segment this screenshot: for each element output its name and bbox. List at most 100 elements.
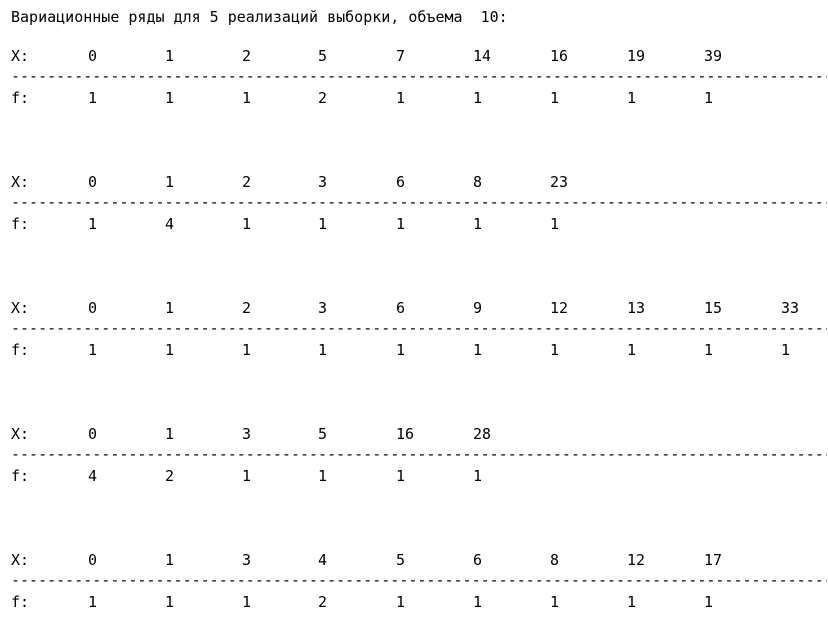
dashed-divider: ----------------------------------------… <box>11 319 827 337</box>
frequency-cell: 1 <box>396 341 406 359</box>
dashed-divider: ----------------------------------------… <box>11 445 827 463</box>
x-value-cell: 5 <box>396 551 406 569</box>
frequency-row: f: 4 2 1 1 1 1 <box>0 466 828 486</box>
frequency-row: f: 1 1 1 1 1 1 1 1 1 1 <box>0 340 828 360</box>
x-value-cell: 16 <box>550 47 569 65</box>
frequency-cell: 1 <box>781 341 791 359</box>
frequency-cell: 1 <box>318 215 328 233</box>
frequency-cell: 1 <box>165 593 175 611</box>
frequency-cell: 1 <box>396 467 406 485</box>
frequency-cell: 1 <box>550 593 560 611</box>
frequency-cell: 1 <box>550 215 560 233</box>
f-row-label: f: <box>11 341 30 359</box>
x-value-cell: 0 <box>88 173 98 191</box>
x-value-cell: 2 <box>242 299 252 317</box>
frequency-cell: 1 <box>88 341 98 359</box>
frequency-cell: 1 <box>627 89 637 107</box>
frequency-cell: 1 <box>396 593 406 611</box>
x-value-cell: 3 <box>242 425 252 443</box>
x-value-cell: 12 <box>550 299 569 317</box>
x-value-cell: 23 <box>550 173 569 191</box>
frequency-cell: 1 <box>88 593 98 611</box>
x-value-cell: 14 <box>473 47 492 65</box>
x-value-cell: 15 <box>704 299 723 317</box>
frequency-cell: 2 <box>318 593 328 611</box>
values-row: X: 0 1 2 5 7 14 16 19 39 <box>0 46 828 66</box>
x-value-cell: 4 <box>318 551 328 569</box>
frequency-row: f: 1 1 1 2 1 1 1 1 1 <box>0 88 828 108</box>
x-value-cell: 1 <box>165 47 175 65</box>
frequency-cell: 1 <box>165 341 175 359</box>
x-value-cell: 12 <box>627 551 646 569</box>
frequency-cell: 1 <box>318 341 328 359</box>
frequency-cell: 1 <box>242 89 252 107</box>
frequency-cell: 1 <box>473 593 483 611</box>
frequency-cell: 1 <box>473 467 483 485</box>
frequency-cell: 1 <box>627 593 637 611</box>
heading-text: Вариационные ряды для 5 реализаций выбор… <box>11 8 508 26</box>
x-value-cell: 1 <box>165 425 175 443</box>
frequency-cell: 1 <box>550 341 560 359</box>
sample-block: X: 0 1 3 5 16 28 ------------------------------… <box>0 424 828 494</box>
values-row: X: 0 1 2 3 6 9 12 13 15 33 <box>0 298 828 318</box>
values-row: X: 0 1 3 5 16 28 <box>0 424 828 444</box>
frequency-cell: 4 <box>165 215 175 233</box>
x-value-cell: 2 <box>242 173 252 191</box>
x-value-cell: 3 <box>242 551 252 569</box>
frequency-cell: 1 <box>165 89 175 107</box>
x-value-cell: 19 <box>627 47 646 65</box>
frequency-cell: 1 <box>473 341 483 359</box>
frequency-cell: 1 <box>396 215 406 233</box>
x-value-cell: 6 <box>396 173 406 191</box>
frequency-cell: 1 <box>242 341 252 359</box>
x-row-label: X: <box>11 299 30 317</box>
frequency-cell: 1 <box>242 215 252 233</box>
x-value-cell: 5 <box>318 47 328 65</box>
x-value-cell: 1 <box>165 551 175 569</box>
console-output: Вариационные ряды для 5 реализаций выбор… <box>0 0 828 644</box>
x-value-cell: 9 <box>473 299 483 317</box>
x-value-cell: 13 <box>627 299 646 317</box>
frequency-cell: 1 <box>704 89 714 107</box>
sample-block: X: 0 1 3 4 5 6 8 12 17 ---------------------------… <box>0 550 828 620</box>
dashed-divider: ----------------------------------------… <box>11 193 827 211</box>
frequency-cell: 1 <box>550 89 560 107</box>
frequency-cell: 1 <box>627 341 637 359</box>
x-row-label: X: <box>11 425 30 443</box>
x-value-cell: 2 <box>242 47 252 65</box>
f-row-label: f: <box>11 89 30 107</box>
x-value-cell: 39 <box>704 47 723 65</box>
frequency-cell: 1 <box>88 89 98 107</box>
frequency-cell: 1 <box>396 89 406 107</box>
frequency-cell: 1 <box>242 467 252 485</box>
x-value-cell: 8 <box>550 551 560 569</box>
x-value-cell: 0 <box>88 47 98 65</box>
f-row-label: f: <box>11 467 30 485</box>
x-value-cell: 1 <box>165 299 175 317</box>
dashed-divider: ----------------------------------------… <box>11 67 827 85</box>
dashed-divider: ----------------------------------------… <box>11 571 827 589</box>
frequency-cell: 1 <box>473 89 483 107</box>
frequency-cell: 1 <box>704 593 714 611</box>
x-value-cell: 7 <box>396 47 406 65</box>
x-value-cell: 0 <box>88 299 98 317</box>
x-value-cell: 3 <box>318 299 328 317</box>
x-value-cell: 1 <box>165 173 175 191</box>
sample-block: X: 0 1 2 3 6 8 23 ------------------------------… <box>0 172 828 242</box>
frequency-cell: 1 <box>318 467 328 485</box>
x-value-cell: 8 <box>473 173 483 191</box>
x-value-cell: 5 <box>318 425 328 443</box>
frequency-cell: 4 <box>88 467 98 485</box>
frequency-row: f: 1 1 1 2 1 1 1 1 1 <box>0 592 828 612</box>
values-row: X: 0 1 2 3 6 8 23 <box>0 172 828 192</box>
frequency-cell: 2 <box>318 89 328 107</box>
x-value-cell: 17 <box>704 551 723 569</box>
frequency-cell: 1 <box>473 215 483 233</box>
x-value-cell: 6 <box>473 551 483 569</box>
x-value-cell: 16 <box>396 425 415 443</box>
x-value-cell: 0 <box>88 425 98 443</box>
x-row-label: X: <box>11 47 30 65</box>
frequency-row: f: 1 4 1 1 1 1 1 <box>0 214 828 234</box>
sample-block: X: 0 1 2 5 7 14 16 19 39 -------------------------… <box>0 46 828 116</box>
frequency-cell: 1 <box>704 341 714 359</box>
